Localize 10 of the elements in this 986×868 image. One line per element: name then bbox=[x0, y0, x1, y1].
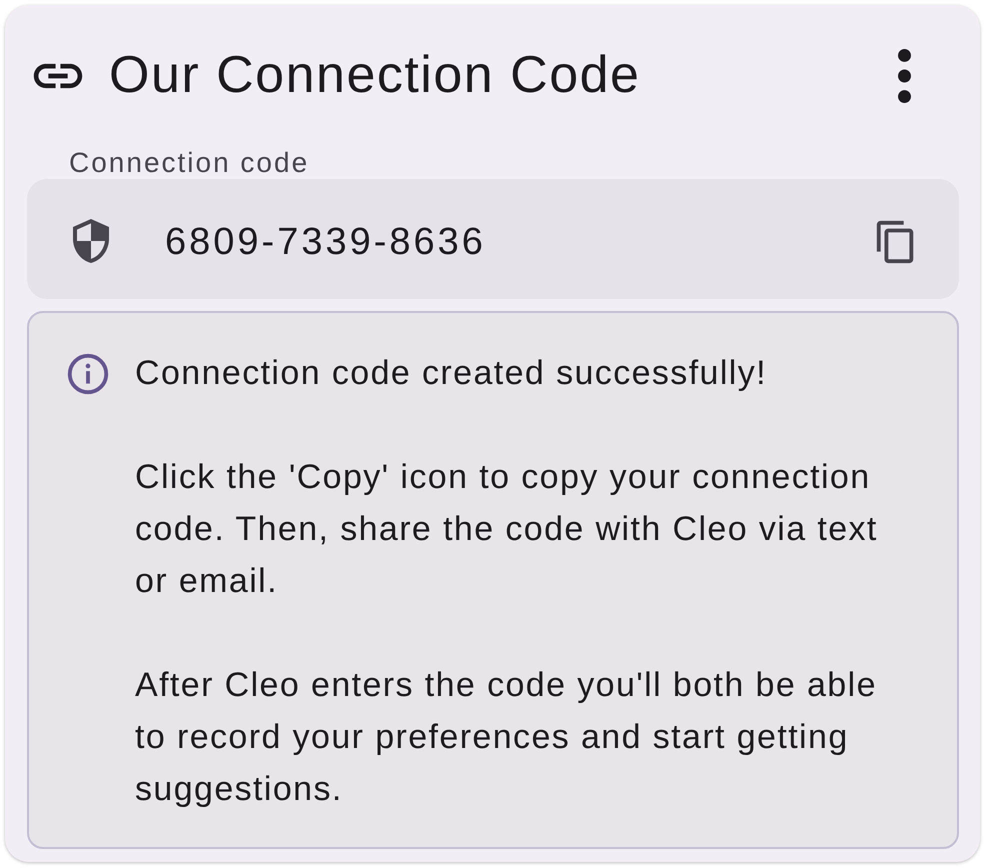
field-label: Connection code bbox=[69, 147, 310, 179]
info-icon bbox=[65, 351, 111, 397]
code-value: 6809-7339-8636 bbox=[165, 220, 487, 264]
info-text: After Cleo enters the code you'll both be able to record your preferences and start getting suggestions. bbox=[135, 665, 878, 810]
info-text: Click the 'Copy' icon to copy your connection code. Then, share the code with Cleo via text or email. bbox=[135, 457, 879, 602]
more-vertical-icon bbox=[898, 49, 911, 103]
card-title: Our Connection Code bbox=[109, 45, 642, 105]
more-options-button[interactable] bbox=[898, 49, 911, 103]
info-text: Connection code created successfully! bbox=[135, 353, 768, 394]
code-field[interactable]: 6809-7339-8636 bbox=[27, 179, 959, 299]
